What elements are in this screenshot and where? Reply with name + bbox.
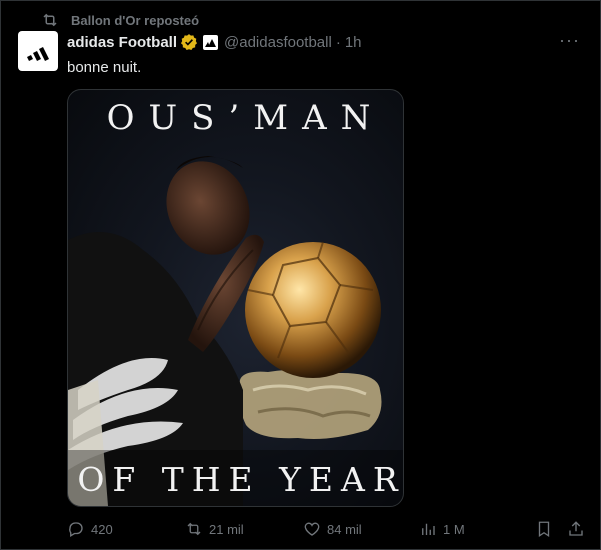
affiliate-logo-icon <box>205 38 217 47</box>
like-count: 84 mil <box>327 521 362 537</box>
reply-count: 420 <box>91 521 113 537</box>
repost-button[interactable]: 21 mil <box>185 517 244 541</box>
tweet-media-image[interactable]: OUS’MAN OF THE YEAR <box>67 89 404 507</box>
share-icon <box>569 521 583 536</box>
tweet-actions: 420 21 mil 84 mil 1 M <box>67 517 587 541</box>
poster-illustration <box>68 156 403 506</box>
tweet-card[interactable]: Ballon d'Or reposteó adidas Football @ad… <box>0 0 601 550</box>
separator-dot: · <box>335 33 341 51</box>
verified-badge-icon[interactable] <box>180 33 198 51</box>
affiliate-badge-icon[interactable] <box>203 34 219 50</box>
like-button[interactable]: 84 mil <box>303 517 362 541</box>
repost-action-icon <box>187 522 201 536</box>
bookmark-button[interactable] <box>535 517 553 541</box>
reply-icon <box>69 522 83 537</box>
adidas-logo-icon <box>27 47 49 61</box>
tweet-time[interactable]: 1h <box>345 34 362 51</box>
author-handle[interactable]: @adidasfootball <box>224 34 332 51</box>
reply-button[interactable]: 420 <box>67 517 113 541</box>
author-name[interactable]: adidas Football <box>67 34 177 51</box>
tweet-text: bonne nuit. <box>67 59 142 76</box>
repost-context[interactable]: Ballon d'Or reposteó <box>41 11 199 29</box>
bookmark-icon <box>538 521 550 538</box>
avatar[interactable] <box>18 31 58 71</box>
repost-label: Ballon d'Or reposteó <box>71 12 200 28</box>
tweet-header: adidas Football @adidasfootball · 1h <box>67 32 362 52</box>
repost-icon <box>43 13 57 27</box>
poster-subline: OF THE YEAR <box>77 460 404 499</box>
views-button[interactable]: 1 M <box>419 517 465 541</box>
repost-count: 21 mil <box>209 521 244 537</box>
share-button[interactable] <box>567 517 585 541</box>
views-count: 1 M <box>443 521 465 537</box>
bar-chart-icon <box>422 523 435 535</box>
poster-headline: OUS’MAN <box>106 98 385 138</box>
more-options-button[interactable]: ··· <box>559 31 580 49</box>
heart-icon <box>304 522 320 536</box>
